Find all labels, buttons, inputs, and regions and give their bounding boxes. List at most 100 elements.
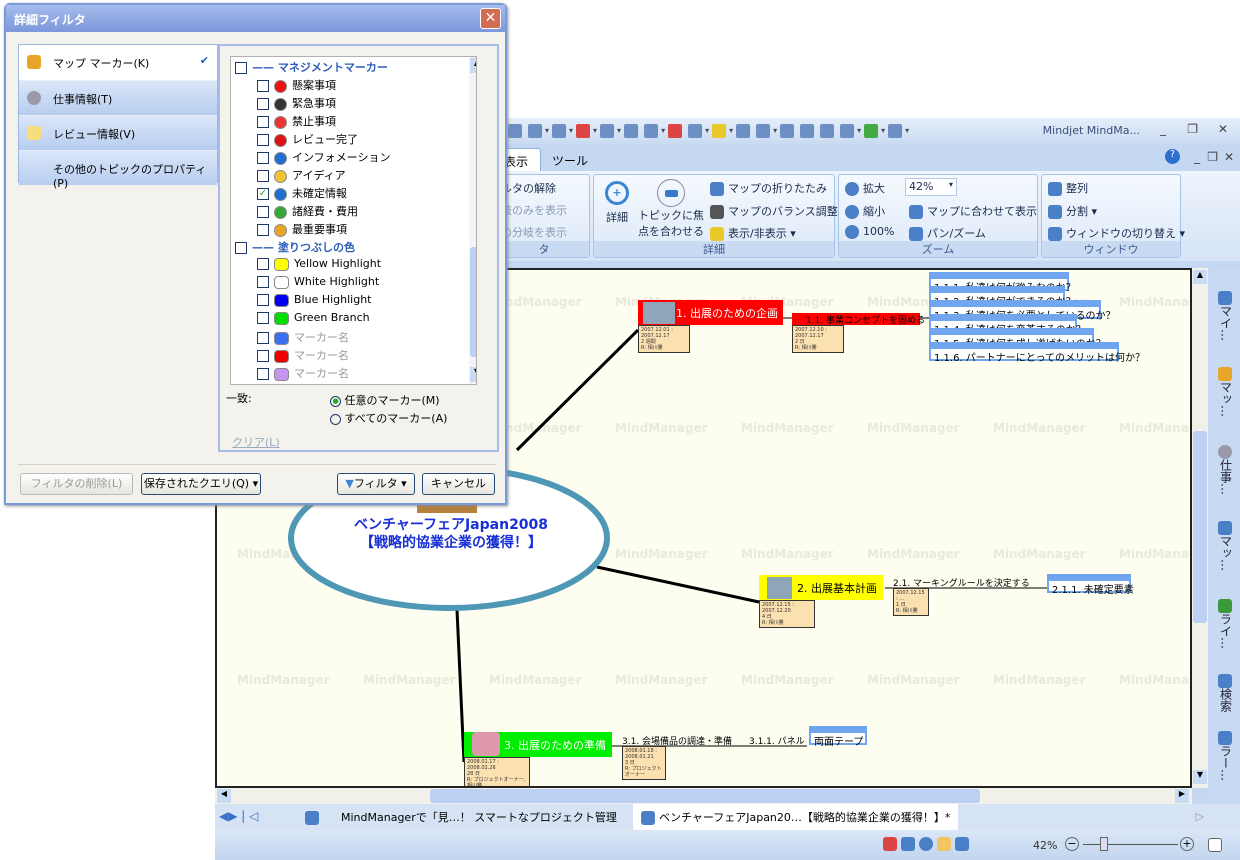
zoom-select[interactable]: 42% ▾ (905, 178, 957, 196)
side-tab-task-info[interactable]: 仕事… (1212, 444, 1238, 495)
remove-filter-button[interactable]: フィルタの削除(L) (20, 473, 133, 495)
zoom-in-button[interactable]: 拡大 (845, 180, 885, 196)
relationship-icon[interactable] (576, 124, 591, 138)
marker-checkbox[interactable] (257, 312, 269, 324)
notes-icon[interactable] (624, 124, 639, 138)
show-hide-button[interactable]: 表示/非表示 ▾ (710, 225, 796, 241)
layout-icon[interactable] (756, 124, 771, 138)
filter-icon[interactable] (644, 124, 659, 138)
topic-1-1[interactable]: 1.1. 事業コンセプトを固める (792, 313, 925, 326)
detail-button[interactable]: + 詳細 (602, 181, 632, 225)
marker-item[interactable]: レビュー完了 (257, 131, 358, 149)
link-icon[interactable] (528, 124, 542, 138)
marker-checkbox[interactable] (257, 258, 269, 270)
horizontal-scroll-thumb[interactable] (430, 789, 980, 803)
doc-tab-2-active[interactable]: ベンチャーフェアJapan20…【戦略的協業企業の獲得！】* (633, 804, 959, 830)
show-hide-icon[interactable] (712, 124, 727, 138)
nav-map-markers[interactable]: マップ マーカー(K) ✔ (19, 45, 217, 80)
marker-item[interactable]: 禁止事項 (257, 113, 336, 131)
match-all-radio[interactable]: すべてのマーカー(A) (330, 410, 447, 426)
topic-3-1-1[interactable]: 3.1.1. パネル (749, 734, 805, 747)
fit-map-icon[interactable] (780, 124, 795, 138)
show-all-branches-button[interactable]: の分岐を表示 (501, 224, 567, 240)
marker-item[interactable]: Yellow Highlight (257, 257, 381, 275)
tab-scroll-right[interactable]: ▷ (1196, 810, 1204, 823)
marker-checkbox[interactable] (257, 152, 269, 164)
topic-1-1-6[interactable]: 1.1.6. パートナーにとってのメリットは何か？ (929, 342, 1145, 364)
switch-window-button[interactable]: ウィンドウの切り替え ▾ (1048, 225, 1185, 241)
side-tab-library[interactable]: ライ… (1212, 598, 1238, 649)
save-icon[interactable] (888, 124, 903, 138)
vertical-scrollbar[interactable]: ▲ ▼ (1192, 268, 1208, 788)
side-tab-search[interactable]: 検索 (1212, 673, 1238, 712)
collapse-map-button[interactable]: マップの折りたたみ (710, 180, 827, 196)
marker-item[interactable]: インフォメーション (257, 149, 390, 167)
marker-group-header[interactable]: —— 塗りつぶしの色 (235, 239, 355, 257)
marker-item[interactable]: 懸案事項 (257, 77, 336, 95)
boundary-icon[interactable] (600, 124, 615, 138)
collapse-icon[interactable] (800, 124, 815, 138)
zoom-out-status-button[interactable]: − (1065, 837, 1079, 851)
pan-zoom-button[interactable]: パン/ズーム (909, 225, 986, 241)
side-tab-my-maps[interactable]: マイ… (1212, 290, 1238, 341)
zoom-out-button[interactable]: 縮小 (845, 203, 885, 219)
marker-checkbox[interactable]: ✓ (257, 188, 269, 200)
marker-checkbox[interactable] (257, 134, 269, 146)
central-topic-text[interactable]: ベンチャーフェアJapan2008 【戦略的協業企業の獲得！】 (291, 516, 611, 552)
topic-2-1-1[interactable]: 2.1.1. 未確定要素 (1047, 574, 1134, 596)
marker-item[interactable]: Blue Highlight (257, 293, 372, 311)
task-pane-toggle-icon[interactable] (1208, 838, 1222, 852)
zoom-in-status-button[interactable]: + (1180, 837, 1194, 851)
group-checkbox[interactable] (235, 62, 247, 74)
marker-checkbox[interactable] (257, 80, 269, 92)
focus-topic-button[interactable]: トピックに焦点を合わせる (638, 179, 704, 239)
balance-map-button[interactable]: マップのバランス調整 (710, 203, 838, 219)
marker-checkbox[interactable] (257, 332, 269, 344)
saved-query-dropdown[interactable]: 保存されたクエリ(Q) ▾ (141, 473, 261, 495)
nav-task-info[interactable]: 仕事情報(T) (19, 80, 217, 115)
cancel-button[interactable]: キャンセル (422, 473, 495, 495)
marker-checkbox[interactable] (257, 116, 269, 128)
print-icon[interactable] (840, 124, 855, 138)
tab-tools[interactable]: ツール (540, 148, 600, 171)
list-scroll-thumb[interactable] (470, 247, 476, 357)
remove-filter-button[interactable]: ルタの解除 (501, 180, 556, 196)
doc-minimize-button[interactable]: _ (1194, 150, 1200, 164)
dialog-close-button[interactable]: ✕ (480, 8, 501, 29)
scroll-down-button[interactable]: ▼ (1193, 770, 1207, 784)
side-tab-markers[interactable]: マッ… (1212, 366, 1238, 417)
marker-item[interactable]: 最重要事項 (257, 221, 347, 239)
list-scroll-up[interactable]: ▲ (470, 58, 476, 73)
zoom-slider-thumb[interactable] (1100, 837, 1108, 851)
restore-button[interactable]: ❐ (1187, 122, 1198, 136)
marker-checkbox[interactable] (257, 276, 269, 288)
group-checkbox[interactable] (235, 242, 247, 254)
nav-back-forward-icon[interactable]: ◀▶ | ◁ (219, 809, 258, 823)
scroll-left-button[interactable]: ◀ (217, 789, 231, 803)
marker-checkbox[interactable] (257, 170, 269, 182)
minimize-button[interactable]: _ (1160, 122, 1166, 136)
clear-link[interactable]: クリア(L) (232, 434, 280, 450)
horizontal-scrollbar[interactable]: ◀ ▶ (215, 788, 1192, 804)
help-icon[interactable]: ? (1165, 149, 1180, 164)
doc-close-button[interactable]: ✕ (1224, 150, 1234, 164)
marker-checkbox[interactable] (257, 206, 269, 218)
export-icon[interactable] (864, 124, 879, 138)
scroll-up-button[interactable]: ▲ (1193, 270, 1207, 284)
filter-button[interactable]: ▼フィルタ ▾ (337, 473, 415, 495)
zoom-slider[interactable] (1083, 844, 1178, 845)
remove-filter-icon[interactable] (668, 124, 683, 138)
show-branch-button[interactable]: 岐のみを表示 (501, 202, 567, 218)
marker-group-header[interactable]: —— マネジメントマーカー (235, 59, 388, 77)
marker-item[interactable]: 緊急事項 (257, 95, 336, 113)
marker-item[interactable]: マーカー名 (257, 329, 349, 347)
doc-tab-1[interactable]: MindManagerで「見…！ スマートなプロジェクト管理 (305, 809, 617, 825)
status-filter-icons[interactable] (883, 837, 973, 851)
split-button[interactable]: 分割 ▾ (1048, 203, 1097, 219)
marker-checkbox[interactable] (257, 368, 269, 380)
scroll-right-button[interactable]: ▶ (1175, 789, 1189, 803)
brush-icon[interactable] (508, 124, 522, 138)
arrange-button[interactable]: 整列 (1048, 180, 1088, 196)
list-scroll-down[interactable]: ▼ (470, 367, 476, 382)
close-button[interactable]: ✕ (1218, 122, 1228, 136)
